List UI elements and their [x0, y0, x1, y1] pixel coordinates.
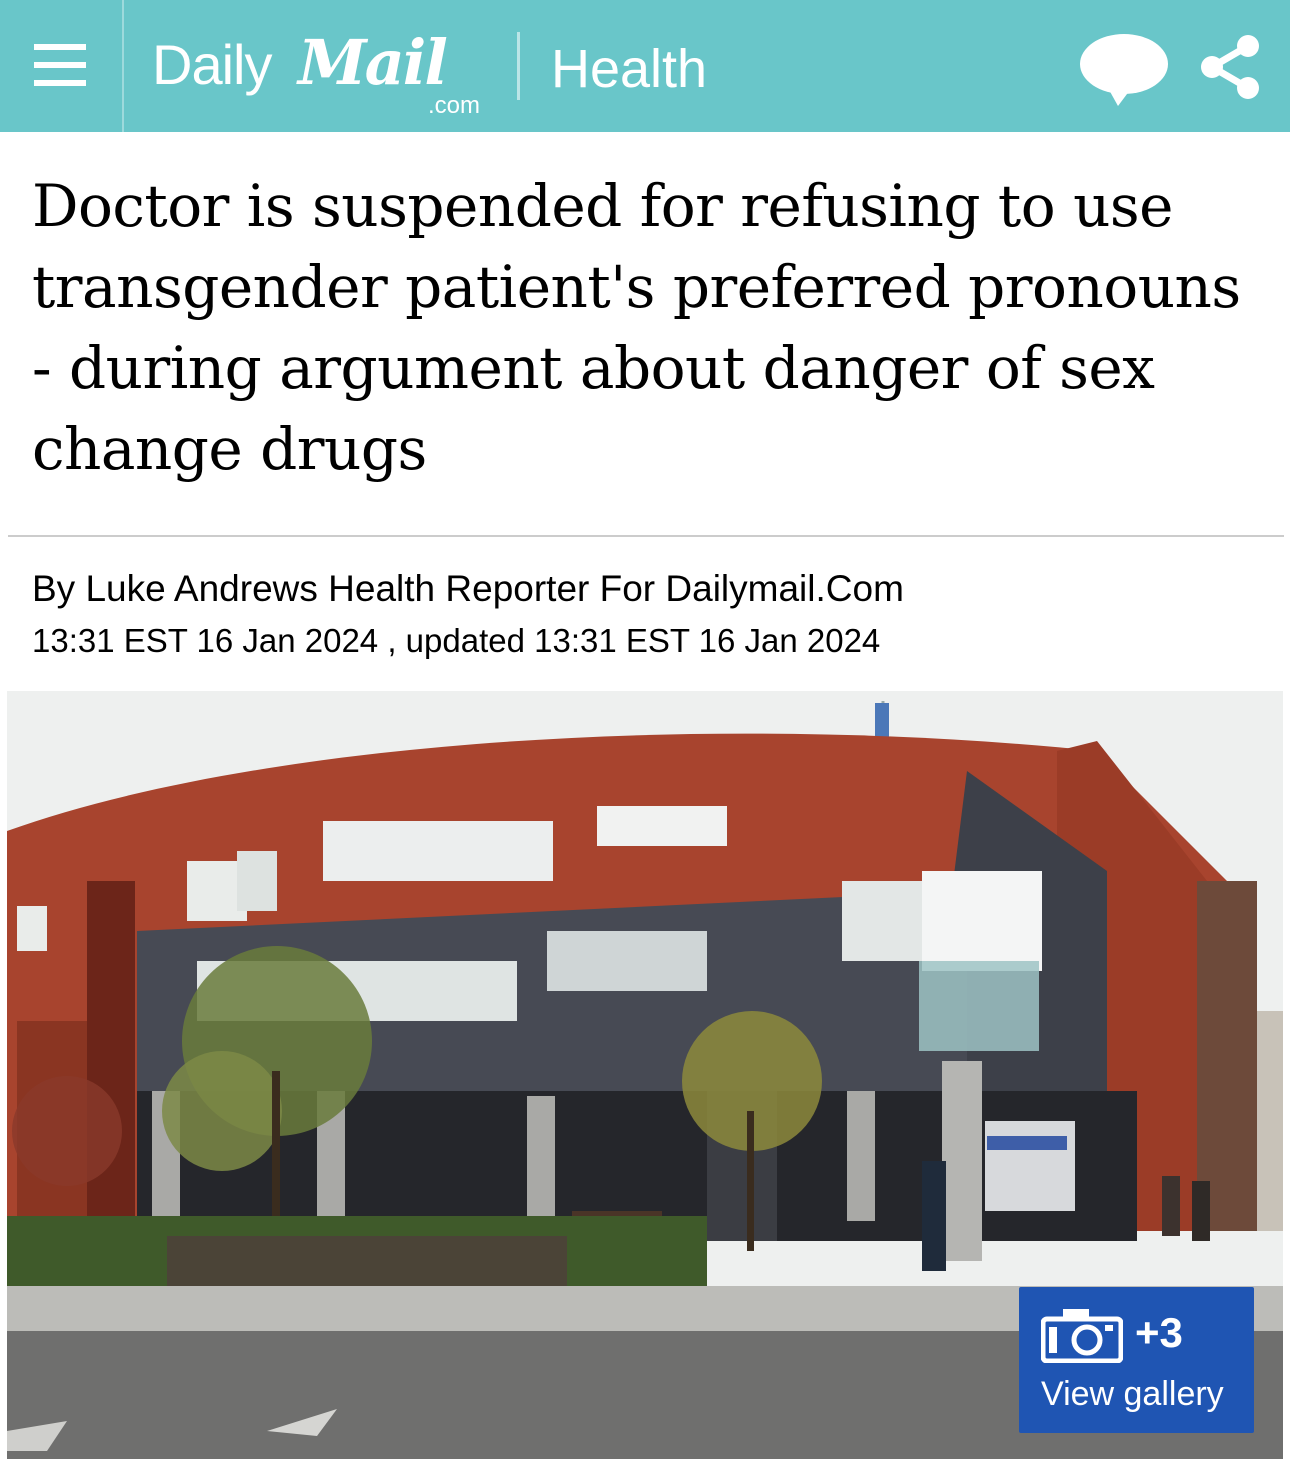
header-divider [517, 32, 520, 100]
speech-bubble-icon[interactable] [1078, 32, 1170, 106]
section-label[interactable]: Health [551, 38, 707, 100]
article-dateline: 13:31 EST 16 Jan 2024 , updated 13:31 ES… [32, 622, 881, 659]
article-headline: Doctor is suspended for refusing to use … [32, 172, 1241, 483]
logo-mail-text: Mail [298, 26, 448, 99]
logo-com-text: .com [428, 92, 481, 119]
share-icon[interactable] [1198, 34, 1264, 100]
camera-icon [1041, 1309, 1123, 1363]
site-logo[interactable]: Daily Mail .com [152, 26, 492, 119]
article-byline: By Luke Andrews Health Reporter For Dail… [32, 568, 904, 609]
logo-daily-text: Daily [152, 33, 272, 96]
headline-divider [8, 535, 1284, 537]
site-header: Daily Mail .com Health [0, 0, 1290, 132]
article-image[interactable]: +3 View gallery [7, 691, 1283, 1459]
gallery-count: +3 [1135, 1309, 1183, 1356]
hamburger-menu-icon[interactable] [0, 0, 124, 132]
gallery-label: View gallery [1041, 1375, 1224, 1413]
view-gallery-button[interactable]: +3 View gallery [1019, 1287, 1254, 1433]
